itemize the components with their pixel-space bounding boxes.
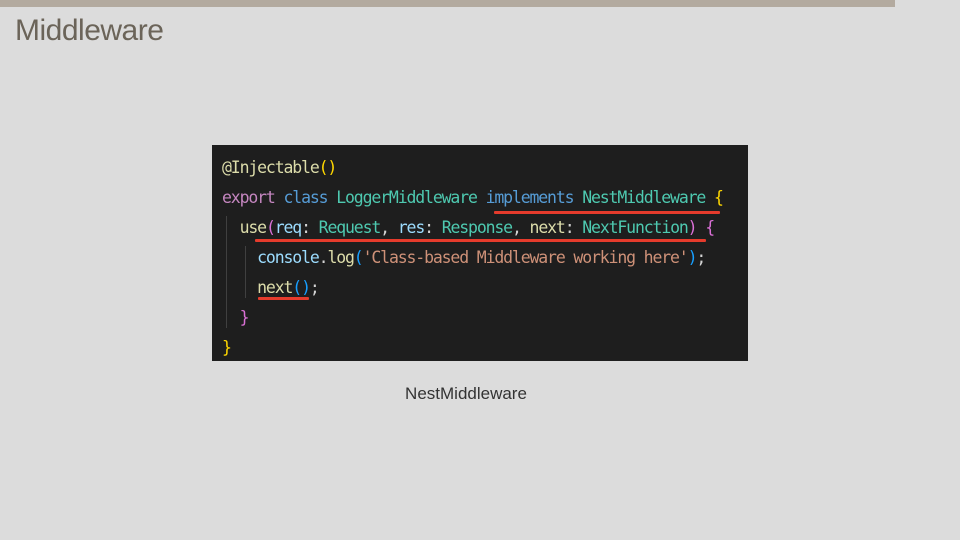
code-line-7: } — [222, 338, 232, 357]
use-method: use — [239, 218, 268, 237]
code-line-2: export class LoggerMiddleware implements… — [222, 188, 724, 207]
use-signature-underline — [255, 239, 706, 242]
implements-keyword: implements — [485, 188, 575, 207]
next-call: next — [257, 278, 293, 297]
code-line-4: console.log('Class-based Middleware work… — [257, 248, 706, 267]
figure-caption: NestMiddleware — [405, 384, 527, 403]
top-accent-bar — [0, 0, 895, 7]
implements-underline — [494, 211, 720, 214]
code-line-6: } — [239, 308, 250, 327]
next-call-underline — [258, 297, 309, 300]
code-screenshot: @Injectable() export class LoggerMiddlew… — [212, 145, 748, 361]
nest-middleware-interface: NestMiddleware — [582, 188, 706, 207]
code-line-1: @Injectable() — [222, 158, 337, 177]
code-line-3: use(req: Request, res: Response, next: N… — [239, 218, 716, 237]
slide-title: Middleware — [15, 14, 164, 47]
